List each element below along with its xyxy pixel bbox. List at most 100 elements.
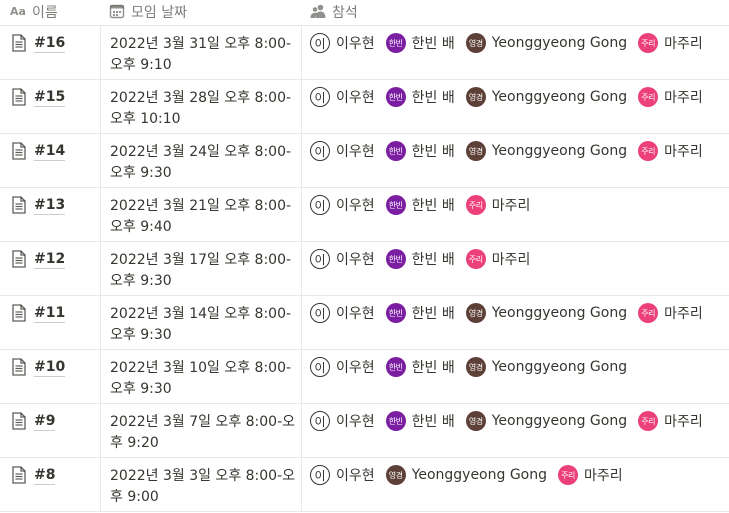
person-tag[interactable]: 이 이우현 bbox=[310, 33, 375, 53]
date-cell[interactable]: 2022년 3월 3일 오후 8:00-오후 9:00 bbox=[101, 458, 302, 511]
attendance-cell[interactable]: 이 이우현 한빈 한빈 배 영경 Yeonggyeong Gong 주리 마주리 bbox=[302, 80, 729, 133]
attendance-cell[interactable]: 이 이우현 한빈 한빈 배 영경 Yeonggyeong Gong 주리 마주리 bbox=[302, 404, 729, 457]
page-title-link[interactable]: #13 bbox=[34, 197, 66, 215]
table-row[interactable]: #8 2022년 3월 3일 오후 8:00-오후 9:00 이 이우현 영경 Yeo… bbox=[0, 458, 729, 512]
table-row[interactable]: #13 2022년 3월 21일 오후 8:00-오후 9:40 이 이우현 한빈 한… bbox=[0, 188, 729, 242]
person-name: 마주리 bbox=[664, 414, 703, 430]
date-cell[interactable]: 2022년 3월 21일 오후 8:00-오후 9:40 bbox=[101, 188, 302, 241]
person-tag[interactable]: 한빈 한빈 배 bbox=[385, 141, 455, 161]
avatar: 주리 bbox=[558, 465, 579, 485]
column-header-date[interactable]: 모임 날짜 bbox=[101, 0, 302, 25]
person-tag[interactable]: 영경 Yeonggyeong Gong bbox=[465, 141, 627, 161]
name-cell[interactable]: #14 bbox=[0, 134, 101, 187]
date-cell[interactable]: 2022년 3월 14일 오후 8:00-오후 9:30 bbox=[101, 296, 302, 349]
page-title-link[interactable]: #14 bbox=[34, 143, 66, 161]
person-tag[interactable]: 주리 마주리 bbox=[638, 33, 703, 53]
page-title-link[interactable]: #9 bbox=[34, 413, 56, 431]
person-tag[interactable]: 한빈 한빈 배 bbox=[385, 195, 455, 215]
person-tag[interactable]: 이 이우현 bbox=[310, 411, 375, 431]
attendance-cell[interactable]: 이 이우현 한빈 한빈 배 영경 Yeonggyeong Gong bbox=[302, 350, 729, 403]
attendance-cell[interactable]: 이 이우현 한빈 한빈 배 주리 마주리 bbox=[302, 242, 729, 295]
date-cell[interactable]: 2022년 3월 24일 오후 8:00-오후 9:30 bbox=[101, 134, 302, 187]
person-tag[interactable]: 이 이우현 bbox=[310, 195, 375, 215]
attendance-cell[interactable]: 이 이우현 영경 Yeonggyeong Gong 주리 마주리 bbox=[302, 458, 729, 511]
date-cell[interactable]: 2022년 3월 31일 오후 8:00-오후 9:10 bbox=[101, 26, 302, 79]
attendance-cell[interactable]: 이 이우현 한빈 한빈 배 영경 Yeonggyeong Gong 주리 마주리 bbox=[302, 26, 729, 79]
person-tag[interactable]: 주리 마주리 bbox=[465, 195, 530, 215]
avatar: 영경 bbox=[465, 141, 486, 161]
attendance-cell[interactable]: 이 이우현 한빈 한빈 배 주리 마주리 bbox=[302, 188, 729, 241]
person-tag[interactable]: 주리 마주리 bbox=[465, 249, 530, 269]
person-tag[interactable]: 이 이우현 bbox=[310, 87, 375, 107]
person-tag[interactable]: 주리 마주리 bbox=[638, 411, 703, 431]
person-tag[interactable]: 한빈 한빈 배 bbox=[385, 33, 455, 53]
page-icon bbox=[12, 142, 26, 160]
table-header: Aa 이름 모임 날짜 참석 bbox=[0, 0, 729, 26]
name-cell[interactable]: #10 bbox=[0, 350, 101, 403]
avatar: 이 bbox=[310, 141, 330, 161]
person-name: 이우현 bbox=[336, 468, 375, 484]
date-cell[interactable]: 2022년 3월 10일 오후 8:00-오후 9:30 bbox=[101, 350, 302, 403]
person-tag[interactable]: 한빈 한빈 배 bbox=[385, 411, 455, 431]
person-tag[interactable]: 영경 Yeonggyeong Gong bbox=[465, 303, 627, 323]
table-row[interactable]: #14 2022년 3월 24일 오후 8:00-오후 9:30 이 이우현 한빈 한… bbox=[0, 134, 729, 188]
person-name: Yeonggyeong Gong bbox=[491, 359, 628, 375]
person-tag[interactable]: 영경 Yeonggyeong Gong bbox=[465, 357, 628, 377]
page-icon bbox=[12, 412, 26, 430]
table-body: #16 2022년 3월 31일 오후 8:00-오후 9:10 이 이우현 한빈 한… bbox=[0, 26, 729, 512]
person-tag[interactable]: 이 이우현 bbox=[310, 249, 375, 269]
person-tag[interactable]: 영경 Yeonggyeong Gong bbox=[465, 87, 627, 107]
table-row[interactable]: #16 2022년 3월 31일 오후 8:00-오후 9:10 이 이우현 한빈 한… bbox=[0, 26, 729, 80]
person-tag[interactable]: 한빈 한빈 배 bbox=[385, 87, 455, 107]
name-cell[interactable]: #12 bbox=[0, 242, 101, 295]
person-tag[interactable]: 이 이우현 bbox=[310, 141, 375, 161]
column-header-name[interactable]: Aa 이름 bbox=[0, 0, 101, 25]
name-cell[interactable]: #16 bbox=[0, 26, 101, 79]
person-tag[interactable]: 주리 마주리 bbox=[638, 303, 703, 323]
attendance-cell[interactable]: 이 이우현 한빈 한빈 배 영경 Yeonggyeong Gong 주리 마주리 bbox=[302, 296, 729, 349]
page-title-link[interactable]: #15 bbox=[34, 89, 66, 107]
page-title-link[interactable]: #16 bbox=[34, 35, 66, 53]
person-tag[interactable]: 한빈 한빈 배 bbox=[385, 303, 455, 323]
name-cell[interactable]: #11 bbox=[0, 296, 101, 349]
page-title-link[interactable]: #10 bbox=[34, 359, 66, 377]
person-tag[interactable]: 한빈 한빈 배 bbox=[385, 249, 455, 269]
name-cell[interactable]: #9 bbox=[0, 404, 101, 457]
person-tag[interactable]: 이 이우현 bbox=[310, 465, 375, 485]
table-row[interactable]: #10 2022년 3월 10일 오후 8:00-오후 9:30 이 이우현 한빈 한… bbox=[0, 350, 729, 404]
table-row[interactable]: #12 2022년 3월 17일 오후 8:00-오후 9:30 이 이우현 한빈 한… bbox=[0, 242, 729, 296]
calendar-icon bbox=[109, 4, 125, 19]
table-row[interactable]: #9 2022년 3월 7일 오후 8:00-오후 9:20 이 이우현 한빈 한빈 … bbox=[0, 404, 729, 458]
page-title-link[interactable]: #12 bbox=[34, 251, 66, 269]
attendance-cell[interactable]: 이 이우현 한빈 한빈 배 영경 Yeonggyeong Gong 주리 마주리 bbox=[302, 134, 729, 187]
date-cell[interactable]: 2022년 3월 28일 오후 8:00-오후 10:10 bbox=[101, 80, 302, 133]
avatar: 이 bbox=[310, 33, 330, 53]
table-row[interactable]: #11 2022년 3월 14일 오후 8:00-오후 9:30 이 이우현 한빈 한… bbox=[0, 296, 729, 350]
person-tag[interactable]: 주리 마주리 bbox=[638, 87, 703, 107]
person-tag[interactable]: 주리 마주리 bbox=[558, 465, 623, 485]
person-name: 마주리 bbox=[664, 36, 703, 52]
date-cell[interactable]: 2022년 3월 17일 오후 8:00-오후 9:30 bbox=[101, 242, 302, 295]
date-cell[interactable]: 2022년 3월 7일 오후 8:00-오후 9:20 bbox=[101, 404, 302, 457]
table-row[interactable]: #15 2022년 3월 28일 오후 8:00-오후 10:10 이 이우현 한빈… bbox=[0, 80, 729, 134]
name-cell[interactable]: #8 bbox=[0, 458, 101, 511]
page-title-link[interactable]: #11 bbox=[34, 305, 66, 323]
person-name: 마주리 bbox=[664, 144, 703, 160]
person-tag[interactable]: 영경 Yeonggyeong Gong bbox=[465, 411, 627, 431]
avatar: 이 bbox=[310, 249, 330, 269]
avatar: 주리 bbox=[638, 411, 659, 431]
page-icon bbox=[12, 358, 26, 376]
avatar: 한빈 bbox=[385, 195, 406, 215]
page-title-link[interactable]: #8 bbox=[34, 467, 56, 485]
person-tag[interactable]: 주리 마주리 bbox=[638, 141, 703, 161]
person-tag[interactable]: 이 이우현 bbox=[310, 303, 375, 323]
person-tag[interactable]: 이 이우현 bbox=[310, 357, 375, 377]
person-tag[interactable]: 영경 Yeonggyeong Gong bbox=[385, 465, 547, 485]
person-tag[interactable]: 한빈 한빈 배 bbox=[385, 357, 455, 377]
avatar: 이 bbox=[310, 411, 330, 431]
name-cell[interactable]: #15 bbox=[0, 80, 101, 133]
person-tag[interactable]: 영경 Yeonggyeong Gong bbox=[465, 33, 627, 53]
name-cell[interactable]: #13 bbox=[0, 188, 101, 241]
column-header-attendance[interactable]: 참석 bbox=[302, 0, 729, 25]
avatar: 주리 bbox=[465, 249, 486, 269]
